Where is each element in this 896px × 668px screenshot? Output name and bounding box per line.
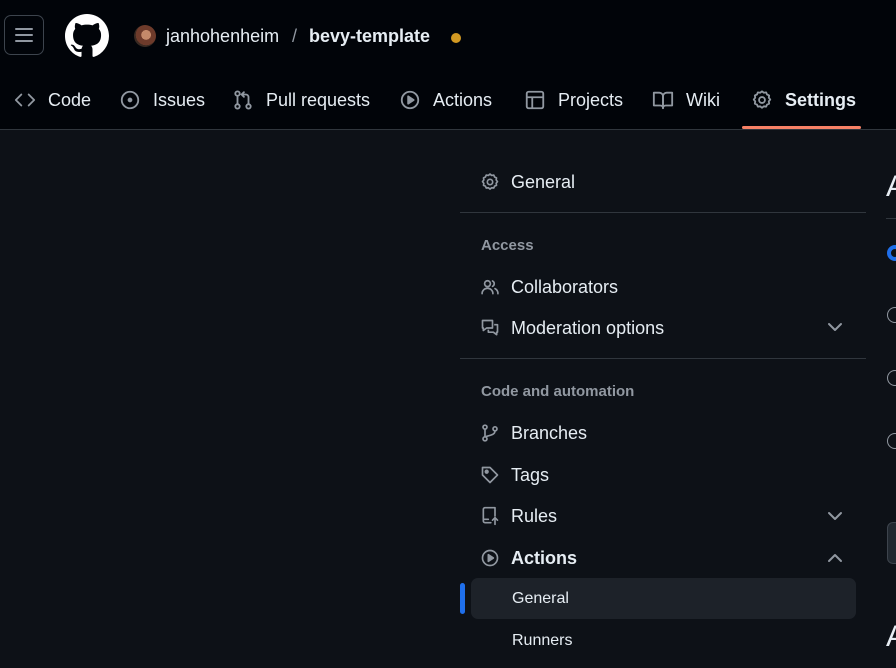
radio-option-selected[interactable] bbox=[887, 245, 896, 261]
radio-option[interactable] bbox=[887, 370, 896, 386]
tab-label: Wiki bbox=[686, 89, 720, 110]
table-icon bbox=[525, 90, 545, 110]
repo-push-icon bbox=[482, 506, 499, 526]
radio-option[interactable] bbox=[887, 433, 896, 449]
section-heading-code-and-automation: Code and automation bbox=[481, 383, 635, 400]
tab-settings[interactable]: Settings bbox=[751, 86, 856, 114]
tab-label: Issues bbox=[153, 89, 206, 110]
code-icon bbox=[14, 93, 36, 107]
sidebar-subitem-runners[interactable]: Runners bbox=[512, 632, 572, 650]
save-button-clipped[interactable] bbox=[887, 522, 896, 564]
tab-label: Settings bbox=[785, 89, 857, 110]
play-icon bbox=[481, 549, 499, 567]
status-dot bbox=[451, 33, 461, 43]
tab-label: Projects bbox=[558, 89, 624, 110]
sidebar-item-label: General bbox=[511, 171, 576, 192]
avatar[interactable] bbox=[134, 25, 156, 47]
github-logo-icon[interactable] bbox=[65, 14, 109, 58]
tab-label: Code bbox=[48, 89, 92, 110]
tab-projects[interactable]: Projects bbox=[524, 86, 623, 114]
tag-icon bbox=[481, 466, 499, 484]
sidebar-subitem-general[interactable]: General bbox=[512, 590, 569, 608]
selected-indicator bbox=[460, 583, 465, 614]
tab-actions[interactable]: Actions bbox=[399, 86, 492, 114]
people-icon bbox=[481, 279, 499, 295]
sidebar-item-rules[interactable]: Rules bbox=[480, 501, 557, 531]
sidebar-item-actions[interactable]: Actions bbox=[480, 543, 577, 573]
chevron-down-icon[interactable] bbox=[826, 509, 844, 523]
radio-option[interactable] bbox=[887, 307, 896, 323]
book-icon bbox=[652, 91, 674, 110]
play-icon bbox=[400, 90, 420, 110]
sidebar-item-label: Branches bbox=[511, 422, 588, 443]
chevron-down-icon[interactable] bbox=[826, 320, 844, 334]
main-heading-clipped: A bbox=[886, 170, 896, 204]
sidebar-item-tags[interactable]: Tags bbox=[480, 460, 549, 490]
section-heading-access: Access bbox=[481, 237, 534, 254]
comment-discussion-icon bbox=[481, 319, 499, 336]
tab-code[interactable]: Code bbox=[14, 86, 91, 114]
pull-request-icon bbox=[234, 90, 252, 110]
sidebar-item-label: Collaborators bbox=[511, 276, 619, 297]
sidebar-item-label: Moderation options bbox=[511, 317, 665, 338]
branch-icon bbox=[482, 424, 498, 442]
owner-link[interactable]: janhohenheim bbox=[166, 26, 279, 47]
tab-selected-underline bbox=[742, 126, 861, 129]
repo-header: janhohenheim / bevy-template Code Issues… bbox=[0, 0, 896, 130]
tab-wiki[interactable]: Wiki bbox=[652, 86, 720, 114]
tab-issues[interactable]: Issues bbox=[119, 86, 205, 114]
repo-link[interactable]: bevy-template bbox=[309, 26, 430, 47]
main-subheading-clipped: A bbox=[886, 620, 896, 654]
issue-icon bbox=[120, 90, 140, 110]
sidebar-item-moderation[interactable]: Moderation options bbox=[480, 313, 664, 343]
chevron-up-icon[interactable] bbox=[826, 551, 844, 565]
sidebar-item-label: Actions bbox=[511, 547, 578, 568]
gear-icon bbox=[752, 90, 772, 109]
sidebar-item-collaborators[interactable]: Collaborators bbox=[480, 272, 618, 302]
tab-pull-requests[interactable]: Pull requests bbox=[232, 86, 370, 114]
sidebar-item-branches[interactable]: Branches bbox=[480, 418, 587, 448]
main-divider-clipped bbox=[886, 218, 896, 219]
tab-label: Actions bbox=[433, 89, 493, 110]
tab-label: Pull requests bbox=[266, 89, 371, 110]
sidebar-divider bbox=[460, 358, 866, 359]
sidebar-divider bbox=[460, 212, 866, 213]
sidebar-item-label: Rules bbox=[511, 505, 558, 526]
sidebar-item-label: Tags bbox=[511, 464, 550, 485]
menu-button[interactable] bbox=[4, 15, 44, 55]
sidebar-item-general[interactable]: General bbox=[480, 167, 575, 197]
hamburger-icon bbox=[15, 28, 33, 42]
breadcrumb-separator: / bbox=[292, 26, 298, 46]
gear-icon bbox=[481, 173, 499, 190]
